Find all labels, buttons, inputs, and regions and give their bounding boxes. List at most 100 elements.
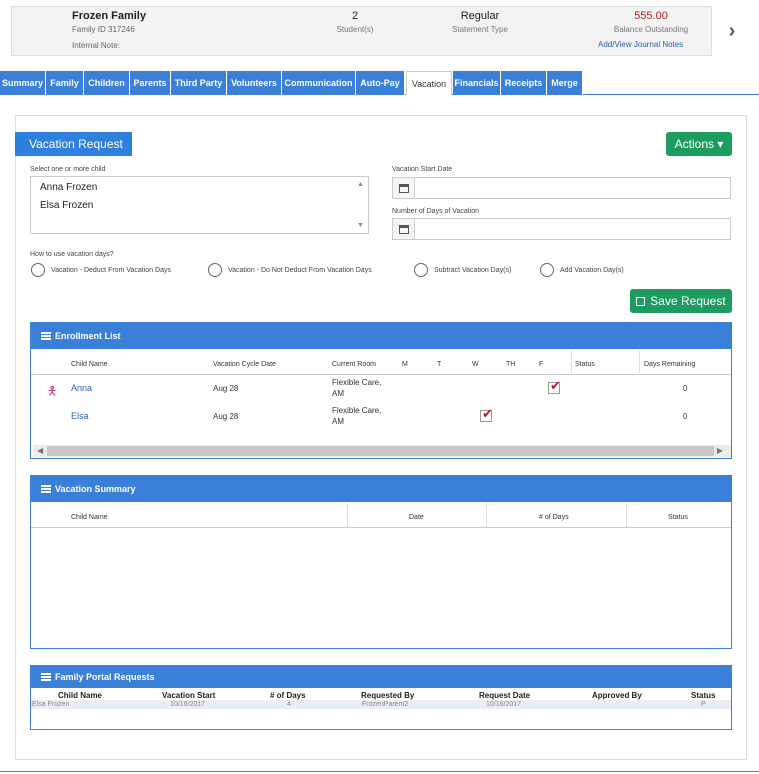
option-label: Add Vacation Day(s) bbox=[560, 266, 624, 274]
balance-stat: 555.00 Balance Outstanding bbox=[605, 10, 697, 34]
col-status: Status bbox=[668, 514, 688, 521]
days-label: Number of Days of Vacation bbox=[392, 208, 480, 215]
portal-request-date: 10/16/2017 bbox=[486, 701, 522, 708]
col-m: M bbox=[402, 361, 408, 368]
room-line1: Flexible Care, bbox=[332, 406, 382, 415]
scroll-thumb[interactable] bbox=[47, 446, 714, 456]
tab-children[interactable]: Children bbox=[84, 71, 130, 95]
wednesday-checkbox[interactable] bbox=[480, 406, 493, 422]
save-request-label: Save Request bbox=[650, 294, 726, 308]
col-child-name: Child Name bbox=[58, 691, 103, 700]
tab-vacation[interactable]: Vacation bbox=[406, 71, 452, 95]
portal-requests-section: Family Portal Requests Child Name Vacati… bbox=[30, 665, 732, 730]
tab-bar: Summary Family Children Parents Third Pa… bbox=[0, 71, 759, 95]
col-child-name: Child Name bbox=[71, 361, 108, 368]
tab-third-party[interactable]: Third Party bbox=[171, 71, 227, 95]
tab-volunteers[interactable]: Volunteers bbox=[227, 71, 282, 95]
tab-family[interactable]: Family bbox=[46, 71, 84, 95]
col-num-days: # of Days bbox=[539, 514, 569, 521]
start-date-label: Vacation Start Date bbox=[392, 166, 453, 173]
balance-label: Balance Outstanding bbox=[613, 25, 689, 34]
child-select-list[interactable]: Anna Frozen Elsa Frozen ▲ ▼ bbox=[30, 176, 369, 234]
enrollment-header: Enrollment List bbox=[31, 323, 731, 349]
scroll-up-icon[interactable]: ▲ bbox=[357, 181, 364, 188]
col-cycle-date: Vacation Cycle Date bbox=[213, 361, 276, 368]
portal-child: Elsa Frozen bbox=[32, 701, 70, 708]
tab-merge[interactable]: Merge bbox=[547, 71, 583, 95]
radio-icon[interactable] bbox=[414, 263, 428, 277]
portal-header: Family Portal Requests bbox=[31, 666, 731, 688]
scroll-left-icon[interactable]: ◀ bbox=[37, 446, 43, 455]
balance-value: 555.00 bbox=[634, 10, 668, 22]
horizontal-scrollbar[interactable]: ◀ ▶ bbox=[33, 445, 731, 457]
days-input[interactable] bbox=[392, 218, 731, 240]
start-date-input[interactable] bbox=[392, 177, 731, 199]
vacation-summary-section: Vacation Summary Child Name Date # of Da… bbox=[30, 475, 732, 649]
child-option[interactable]: Anna Frozen bbox=[31, 179, 368, 197]
cycle-date: Aug 28 bbox=[213, 384, 239, 393]
col-th: TH bbox=[506, 361, 516, 368]
option-add[interactable]: Add Vacation Day(s) bbox=[540, 262, 624, 278]
tab-communication[interactable]: Communication bbox=[282, 71, 356, 95]
option-subtract[interactable]: Subtract Vacation Day(s) bbox=[414, 262, 511, 278]
col-num-days: # of Days bbox=[270, 691, 306, 700]
vacation-request-title: Vacation Request bbox=[15, 132, 132, 156]
list-scrollbar[interactable]: ▲ ▼ bbox=[354, 177, 368, 233]
room-line2: AM bbox=[332, 389, 344, 398]
how-to-use-label: How to use vacation days? bbox=[30, 251, 114, 258]
family-id: Family ID 317246 bbox=[72, 25, 135, 34]
statement-value: Regular bbox=[460, 10, 500, 22]
days-remaining: 0 bbox=[683, 384, 688, 393]
option-label: Vacation - Do Not Deduct From Vacation D… bbox=[228, 266, 372, 274]
save-request-button[interactable]: Save Request bbox=[630, 289, 732, 313]
scroll-right-icon[interactable]: ▶ bbox=[717, 446, 723, 455]
child-link-elsa[interactable]: Elsa bbox=[71, 411, 89, 421]
checkbox-icon bbox=[636, 296, 646, 306]
radio-icon[interactable] bbox=[31, 263, 45, 277]
col-request-date: Request Date bbox=[479, 691, 531, 700]
radio-icon[interactable] bbox=[208, 263, 222, 277]
journal-notes-link[interactable]: Add/View Journal Notes bbox=[598, 40, 683, 49]
col-vacation-start: Vacation Start bbox=[162, 691, 216, 700]
students-stat: 2 Student(s) bbox=[320, 10, 390, 34]
tab-auto-pay[interactable]: Auto-Pay bbox=[356, 71, 405, 95]
scroll-down-icon[interactable]: ▼ bbox=[357, 222, 364, 229]
portal-requested-by: FrozenParent2 bbox=[362, 701, 409, 708]
col-t: T bbox=[437, 361, 442, 368]
portal-start: 10/16/2017 bbox=[170, 701, 206, 708]
summary-header: Vacation Summary bbox=[31, 476, 731, 502]
col-requested-by: Requested By bbox=[361, 691, 415, 700]
summary-title: Vacation Summary bbox=[55, 484, 136, 494]
tab-parents[interactable]: Parents bbox=[130, 71, 171, 95]
tab-financials[interactable]: Financials bbox=[453, 71, 501, 95]
select-child-label: Select one or more child bbox=[30, 166, 106, 173]
calendar-icon[interactable] bbox=[393, 178, 415, 198]
option-no-deduct[interactable]: Vacation - Do Not Deduct From Vacation D… bbox=[208, 262, 372, 278]
child-link-anna[interactable]: Anna bbox=[71, 383, 92, 393]
col-approved-by: Approved By bbox=[592, 691, 642, 700]
col-f: F bbox=[539, 361, 544, 368]
portal-days: 4 bbox=[287, 701, 291, 708]
actions-button[interactable]: Actions ▾ bbox=[666, 132, 732, 156]
child-option[interactable]: Elsa Frozen bbox=[31, 197, 368, 215]
radio-icon[interactable] bbox=[540, 263, 554, 277]
option-deduct[interactable]: Vacation - Deduct From Vacation Days bbox=[31, 262, 171, 278]
tab-receipts[interactable]: Receipts bbox=[501, 71, 547, 95]
internal-note-label: Internal Note: bbox=[72, 41, 121, 50]
portal-status: P bbox=[701, 701, 706, 708]
col-child-name: Child Name bbox=[71, 514, 108, 521]
friday-checkbox[interactable] bbox=[548, 378, 561, 394]
room-line1: Flexible Care, bbox=[332, 378, 382, 387]
person-icon: 🯅 bbox=[47, 384, 58, 398]
next-family-arrow[interactable]: › bbox=[714, 6, 750, 56]
col-current-room: Current Room bbox=[332, 361, 376, 368]
students-label: Student(s) bbox=[336, 25, 374, 34]
calendar-icon[interactable] bbox=[393, 219, 415, 239]
cycle-date: Aug 28 bbox=[213, 412, 239, 421]
option-label: Vacation - Deduct From Vacation Days bbox=[51, 266, 171, 274]
col-days-remaining: Days Remaining bbox=[644, 361, 696, 368]
col-w: W bbox=[472, 361, 479, 368]
enrollment-title: Enrollment List bbox=[55, 331, 121, 341]
tab-summary[interactable]: Summary bbox=[0, 71, 46, 95]
room-line2: AM bbox=[332, 417, 344, 426]
